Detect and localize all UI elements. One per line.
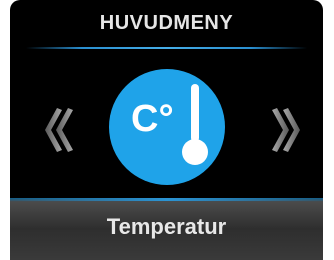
menu-title: HUVUDMENY <box>99 12 234 34</box>
previous-button[interactable] <box>42 100 76 160</box>
device-frame: HUVUDMENY C° Temperatur <box>0 0 334 260</box>
celsius-unit-label: C° <box>131 98 174 140</box>
label-band-highlight <box>10 198 323 201</box>
chevron-double-left-icon <box>45 108 73 152</box>
next-button[interactable] <box>269 100 303 160</box>
title-divider <box>26 47 307 49</box>
display-screen: HUVUDMENY C° Temperatur <box>10 0 323 260</box>
chevron-double-right-icon <box>272 108 300 152</box>
thermometer-icon <box>182 84 208 165</box>
temperature-menu-icon[interactable]: C° <box>109 69 225 185</box>
current-item-label: Temperatur <box>106 214 227 239</box>
